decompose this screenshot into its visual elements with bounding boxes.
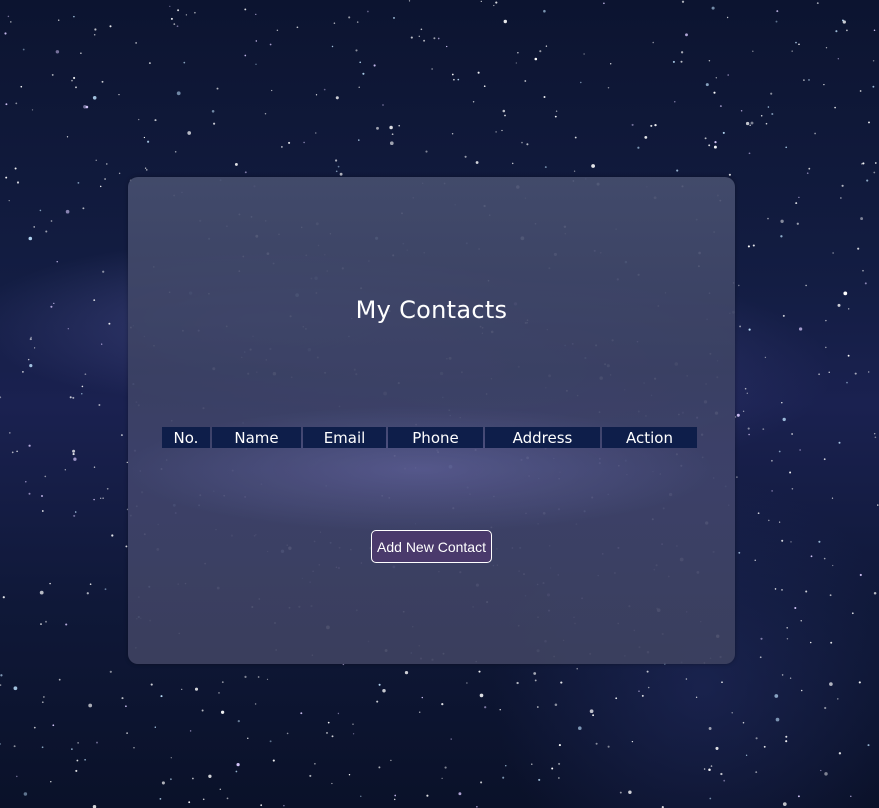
add-new-contact-button[interactable]: Add New Contact xyxy=(371,530,492,563)
column-header-action: Action xyxy=(602,427,697,448)
table-header-row: No. Name Email Phone Address Action xyxy=(162,427,697,448)
column-header-email: Email xyxy=(303,427,386,448)
contacts-card: My Contacts No. Name Email Phone Address… xyxy=(128,177,735,664)
contacts-table: No. Name Email Phone Address Action xyxy=(160,427,699,448)
column-header-phone: Phone xyxy=(388,427,483,448)
page-title: My Contacts xyxy=(355,296,508,324)
column-header-name: Name xyxy=(212,427,301,448)
column-header-address: Address xyxy=(485,427,600,448)
column-header-no: No. xyxy=(162,427,210,448)
